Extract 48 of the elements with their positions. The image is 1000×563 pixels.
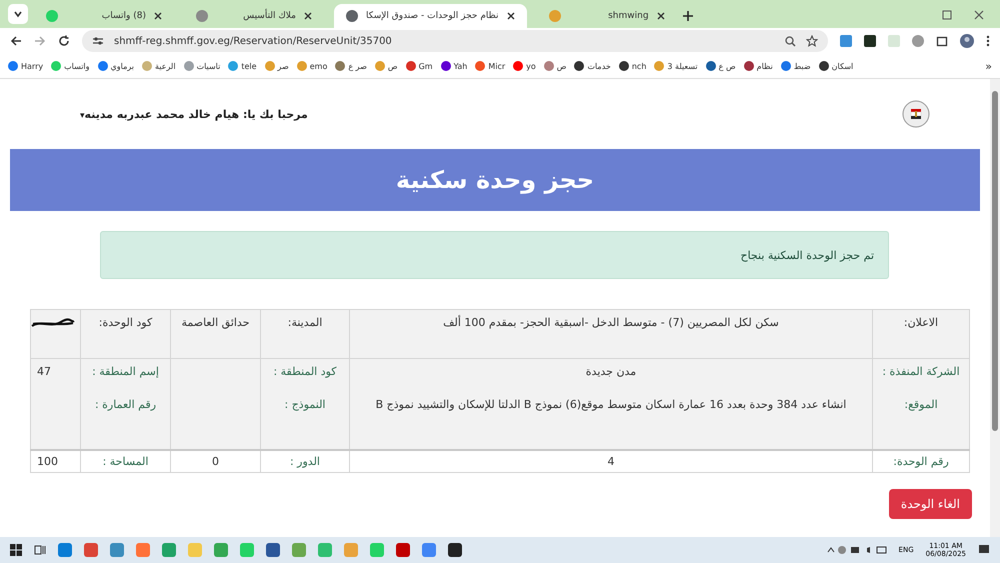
bookmark[interactable]: تسعيلة 3	[654, 61, 698, 71]
bookmark[interactable]: اسكان	[818, 61, 854, 71]
bookmark[interactable]: برماوي	[98, 61, 134, 71]
table-cell: رقم الوحدة:	[872, 450, 970, 472]
table-cell: مدن جديدة انشاء عدد 384 وحدة بعدد 16 عمارة اسكان متوسط موقع(6) نموذج B الدلتا للإسكان والتشييد نموذج B	[350, 358, 872, 450]
table-cell: كود المنطقة : النموذج :	[260, 358, 350, 450]
bookmark[interactable]: الرعية	[142, 61, 176, 71]
bookmark[interactable]: ص	[374, 61, 398, 71]
more-bookmarks-button[interactable]: »	[985, 60, 992, 72]
table-cell: سكن لكل المصريين (7) - متوسط الدخل -اسبقية الحجز- بمقدم 100 ألف	[350, 310, 872, 358]
bookmark[interactable]: Harry	[8, 61, 44, 71]
table-cell: 0	[170, 450, 260, 472]
table-cell: الدور :	[260, 450, 350, 472]
table-cell: كود الوحدة:	[80, 310, 170, 358]
bookmark[interactable]: Micr	[475, 61, 506, 71]
bookmark[interactable]: تاسيات	[184, 61, 220, 71]
table-cell: 4	[350, 450, 872, 472]
bookmark[interactable]: واتساب	[51, 61, 90, 71]
table-cell: 47	[30, 358, 80, 450]
address-bar[interactable]: shmff-reg.shmff.gov.eg/Reservation/ReserveUnit/35700	[82, 30, 828, 52]
bookmark[interactable]: صر	[264, 61, 289, 71]
bookmark[interactable]: yo	[513, 61, 536, 71]
bookmark[interactable]: ضبط	[780, 61, 811, 71]
bookmark[interactable]: Yah	[440, 61, 468, 71]
user-menu[interactable]: مرحبا بك يا: هيام خالد محمد عبدربه مدينه▾	[80, 108, 308, 120]
browser-tab[interactable]: نظام حجز الوحدات - صندوق الإسكا	[334, 4, 527, 28]
bookmark[interactable]: Gm	[406, 61, 433, 71]
cancel-unit-button[interactable]: الغاء الوحدة	[888, 489, 972, 519]
browser-tab[interactable]: shmwing	[536, 4, 677, 28]
bookmark[interactable]: صر ع	[335, 61, 367, 71]
bookmark[interactable]: nch	[618, 61, 646, 71]
table-cell: المدينة:	[260, 310, 350, 358]
table-cell: إسم المنطقة : رقم العمارة :	[80, 358, 170, 450]
alert-message: تم حجز الوحدة السكنية بنجاح	[740, 248, 874, 262]
table-cell: 100	[30, 450, 80, 472]
browser-tab[interactable]: (8) واتساب	[34, 4, 174, 28]
table-cell: المساحة :	[80, 450, 170, 472]
bookmark[interactable]: ص	[544, 61, 566, 71]
browser-tab[interactable]: ملاك التأسيس	[184, 4, 324, 28]
page-title: حجز وحدة سكنية	[396, 166, 594, 194]
bookmark[interactable]: خدمات	[574, 61, 611, 71]
table-cell: الاعلان:	[872, 310, 970, 358]
table-cell: حدائق العاصمة	[170, 310, 260, 358]
table-cell: الشركة المنفذة : الموقع:	[872, 358, 970, 450]
bookmark[interactable]: ص ع	[706, 61, 736, 71]
bookmark[interactable]: نظام	[744, 61, 773, 71]
bookmark[interactable]: emo	[296, 61, 328, 71]
bookmark[interactable]: tele	[228, 61, 257, 71]
